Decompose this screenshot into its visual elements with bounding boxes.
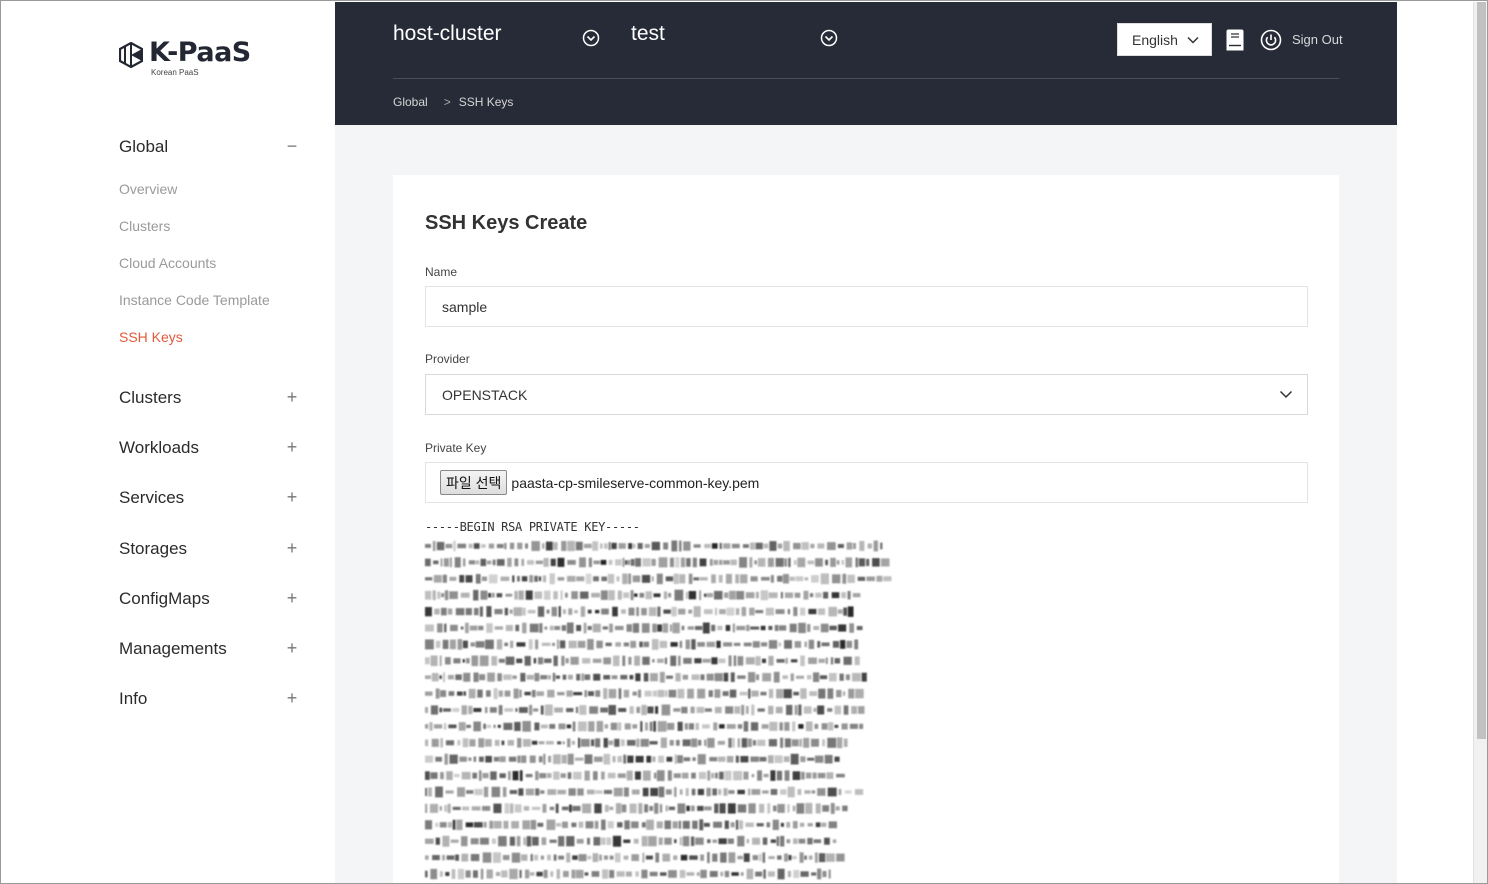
expand-icon[interactable]: +: [285, 487, 299, 508]
nav-section-workloads[interactable]: Workloads +: [119, 437, 299, 458]
nav-item-cloud-accounts[interactable]: Cloud Accounts: [119, 255, 216, 271]
scrollbar-thumb[interactable]: [1477, 2, 1486, 739]
choose-file-button[interactable]: 파일 선택: [440, 470, 508, 495]
sidebar: K-PaaS Korean PaaS Global − Overview Clu…: [2, 2, 335, 883]
breadcrumb-separator-icon: >: [443, 95, 451, 109]
expand-icon[interactable]: +: [285, 638, 299, 659]
expand-icon[interactable]: +: [285, 688, 299, 709]
sign-out-link[interactable]: Sign Out: [1292, 32, 1343, 47]
nav-section-storages[interactable]: Storages +: [119, 538, 299, 559]
nav-section-label: Workloads: [119, 437, 199, 457]
chevron-down-circle-icon[interactable]: [820, 29, 838, 47]
expand-icon[interactable]: +: [285, 387, 299, 408]
header-divider: [393, 78, 1339, 79]
page-scrollbar[interactable]: [1473, 2, 1487, 883]
cluster-select[interactable]: host-cluster: [393, 22, 502, 46]
nav-section-label: Storages: [119, 538, 188, 558]
ssh-keys-create-card: SSH Keys Create Name sample Provider OPE…: [393, 175, 1339, 883]
nav-section-label: Managements: [119, 638, 227, 658]
namespace-select[interactable]: test: [631, 22, 665, 46]
name-input[interactable]: sample: [425, 286, 1308, 327]
nav-item-ssh-keys[interactable]: SSH Keys: [119, 329, 183, 345]
nav-item-clusters[interactable]: Clusters: [119, 218, 170, 234]
breadcrumb: Global > SSH Keys: [393, 95, 513, 109]
private-key-label: Private Key: [425, 441, 487, 455]
top-header: host-cluster test English Sign Out Globa…: [335, 2, 1397, 125]
logo-subtitle: Korean PaaS: [151, 68, 199, 77]
cluster-select-value: host-cluster: [393, 22, 502, 45]
chevron-down-circle-icon[interactable]: [582, 29, 600, 47]
breadcrumb-global[interactable]: Global: [393, 95, 428, 109]
logo[interactable]: K-PaaS Korean PaaS: [119, 38, 251, 77]
selected-file-name: paasta-cp-smileserve-common-key.pem: [511, 474, 760, 491]
private-key-header: -----BEGIN RSA PRIVATE KEY-----: [425, 520, 640, 534]
name-input-value: sample: [442, 298, 488, 315]
language-select[interactable]: English: [1117, 23, 1212, 56]
private-key-file-input[interactable]: 파일 선택 paasta-cp-smileserve-common-key.pe…: [425, 462, 1308, 503]
nav-section-global[interactable]: Global −: [119, 136, 299, 157]
collapse-icon[interactable]: −: [285, 136, 299, 157]
provider-select-value: OPENSTACK: [442, 386, 528, 403]
nav-section-label: Services: [119, 487, 185, 507]
name-label: Name: [425, 265, 458, 279]
browser-frame: K-PaaS Korean PaaS Global − Overview Clu…: [0, 0, 1488, 884]
nav-item-instance-code-template[interactable]: Instance Code Template: [119, 292, 270, 308]
chevron-down-icon: [1187, 36, 1199, 44]
power-icon[interactable]: [1260, 29, 1282, 51]
nav-section-configmaps[interactable]: ConfigMaps +: [119, 588, 299, 609]
nav-section-info[interactable]: Info +: [119, 688, 299, 709]
logo-title: K-PaaS: [149, 37, 251, 68]
chevron-down-icon: [1279, 390, 1293, 399]
nav-section-label: ConfigMaps: [119, 588, 210, 608]
redacted-private-key-content: [425, 540, 892, 880]
expand-icon[interactable]: +: [285, 588, 299, 609]
nav-section-services[interactable]: Services +: [119, 487, 299, 508]
page-title: SSH Keys Create: [425, 212, 588, 234]
provider-select[interactable]: OPENSTACK: [425, 374, 1308, 415]
nav-item-overview[interactable]: Overview: [119, 181, 177, 197]
expand-icon[interactable]: +: [285, 538, 299, 559]
manual-book-icon[interactable]: [1225, 28, 1245, 52]
nav-section-label: Global: [119, 136, 169, 156]
namespace-select-value: test: [631, 22, 665, 45]
nav-section-label: Info: [119, 688, 148, 708]
nav-section-label: Clusters: [119, 387, 182, 407]
k-paas-logo-icon: [119, 42, 143, 68]
expand-icon[interactable]: +: [285, 437, 299, 458]
provider-label: Provider: [425, 352, 470, 366]
nav-section-clusters[interactable]: Clusters +: [119, 387, 299, 408]
breadcrumb-ssh-keys: SSH Keys: [458, 95, 514, 109]
language-value: English: [1132, 31, 1178, 48]
nav-section-managements[interactable]: Managements +: [119, 638, 299, 659]
